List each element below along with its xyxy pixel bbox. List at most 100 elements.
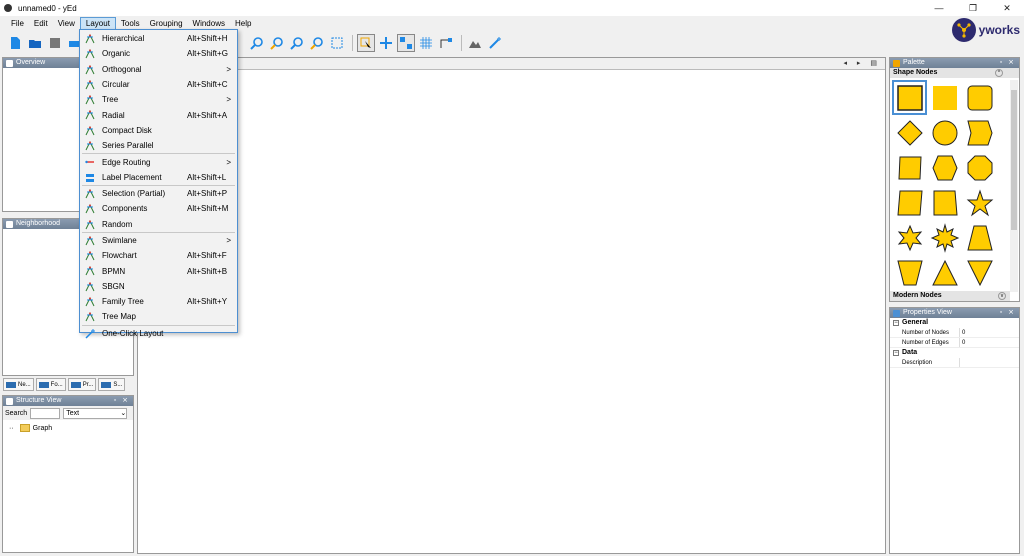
- menu-item-swimlane[interactable]: Swimlane >: [80, 233, 237, 248]
- snap-icon[interactable]: [397, 34, 415, 52]
- collapse-icon[interactable]: −: [893, 350, 899, 356]
- shape-triangle-down[interactable]: [962, 255, 997, 290]
- search-input[interactable]: [30, 407, 61, 419]
- menu-item-selection-partial[interactable]: Selection (Partial) Alt+Shift+P: [80, 186, 237, 201]
- search-filter-select[interactable]: Text ⌄: [63, 407, 128, 419]
- menu-item-label-placement[interactable]: Label Placement Alt+Shift+L: [80, 170, 237, 185]
- menu-item-tree-map[interactable]: Tree Map: [80, 309, 237, 324]
- tree-root[interactable]: ·· Graph: [9, 424, 133, 432]
- menu-item-organic[interactable]: Organic Alt+Shift+G: [80, 46, 237, 61]
- close-button[interactable]: ✕: [990, 0, 1024, 16]
- grid-icon[interactable]: [417, 34, 435, 52]
- zoom-selection-icon[interactable]: [308, 34, 326, 52]
- submenu-arrow-icon: >: [226, 157, 231, 167]
- orthogonal-edges-icon[interactable]: [437, 34, 455, 52]
- panel-controls[interactable]: ▫ ⨯: [1000, 308, 1016, 318]
- magic-wand-icon[interactable]: [486, 34, 504, 52]
- collapse-icon[interactable]: −: [893, 320, 899, 326]
- menu-item-family-tree[interactable]: Family Tree Alt+Shift+Y: [80, 294, 237, 309]
- shape-star8[interactable]: [927, 220, 962, 255]
- properties-panel: Properties View ▫ ⨯ − General Number of …: [889, 307, 1020, 554]
- property-group-data[interactable]: − Data: [890, 348, 1019, 358]
- shape-octagon[interactable]: [962, 150, 997, 185]
- label-placement-icon: [85, 173, 95, 183]
- shape-triangle[interactable]: [927, 255, 962, 290]
- tab-nav-controls[interactable]: ◂ ▸ ▤: [843, 59, 881, 67]
- shape-trapezoid-inverted[interactable]: [892, 255, 927, 290]
- zoom-out-icon[interactable]: [268, 34, 286, 52]
- menu-item-edge-routing[interactable]: Edge Routing >: [80, 154, 237, 169]
- tab-neighborhood[interactable]: Ne...: [3, 378, 34, 391]
- layout-icon[interactable]: [466, 34, 484, 52]
- panel-controls[interactable]: ▫ ⨯: [114, 396, 130, 406]
- section-collapse-icon[interactable]: ^: [995, 69, 1003, 77]
- group-label: General: [902, 319, 929, 326]
- shape-diamond[interactable]: [892, 115, 927, 150]
- menu-item-one-click-layout[interactable]: One-Click Layout: [80, 326, 237, 341]
- section-expand-icon[interactable]: v: [998, 292, 1006, 300]
- menu-layout[interactable]: Layout: [79, 16, 116, 30]
- minimize-button[interactable]: —: [922, 0, 956, 16]
- menu-item-bpmn[interactable]: BPMN Alt+Shift+B: [80, 263, 237, 278]
- shape-trapezoid[interactable]: [962, 220, 997, 255]
- menu-item-circular[interactable]: Circular Alt+Shift+C: [80, 77, 237, 92]
- menu-item-radial[interactable]: Radial Alt+Shift+A: [80, 107, 237, 122]
- fit-content-icon[interactable]: [328, 34, 346, 52]
- menu-item-hierarchical[interactable]: Hierarchical Alt+Shift+H: [80, 31, 237, 46]
- menu-item-series-parallel[interactable]: Series Parallel: [80, 138, 237, 153]
- save-icon[interactable]: [46, 34, 64, 52]
- tab-predecessors[interactable]: Pr...: [67, 378, 97, 391]
- shape-rectangle[interactable]: [892, 80, 927, 115]
- palette-section-shape-nodes[interactable]: Shape Nodes ^: [890, 68, 1019, 78]
- shape-parallelogram[interactable]: [892, 150, 927, 185]
- shape-slanted-rectangle[interactable]: [892, 185, 927, 220]
- property-group-general[interactable]: − General: [890, 318, 1019, 328]
- menu-edit[interactable]: Edit: [29, 17, 53, 30]
- menu-item-flowchart[interactable]: Flowchart Alt+Shift+F: [80, 248, 237, 263]
- menu-item-random[interactable]: Random: [80, 217, 237, 232]
- overview-title: Overview: [16, 59, 46, 66]
- property-value[interactable]: 0: [960, 338, 965, 347]
- menu-help[interactable]: Help: [230, 17, 256, 30]
- edit-mode-icon[interactable]: [357, 34, 375, 52]
- shape-star6[interactable]: [892, 220, 927, 255]
- menu-item-compact-disk[interactable]: Compact Disk: [80, 123, 237, 138]
- menu-item-tree[interactable]: Tree >: [80, 92, 237, 107]
- shape-square[interactable]: [927, 185, 962, 220]
- menu-item-label: Series Parallel: [102, 141, 154, 151]
- shape-rounded-rectangle[interactable]: [962, 80, 997, 115]
- menu-item-label: SBGN: [102, 281, 125, 291]
- open-folder-icon[interactable]: [26, 34, 44, 52]
- panel-controls[interactable]: ▫ ⨯: [1000, 58, 1016, 68]
- graph-canvas[interactable]: ◂ ▸ ▤: [137, 57, 886, 554]
- menu-view[interactable]: View: [53, 17, 80, 30]
- menu-item-sbgn[interactable]: SBGN: [80, 279, 237, 294]
- tab-folding[interactable]: Fo...: [35, 378, 66, 391]
- menu-grouping[interactable]: Grouping: [145, 17, 188, 30]
- menu-item-components[interactable]: Components Alt+Shift+M: [80, 201, 237, 216]
- menu-item-label: Radial: [102, 110, 125, 120]
- left-panel-tabs: Ne... Fo... Pr... S...: [3, 378, 126, 392]
- zoom-original-icon[interactable]: [288, 34, 306, 52]
- menu-tools[interactable]: Tools: [116, 17, 145, 30]
- menu-file[interactable]: File: [6, 17, 29, 30]
- shape-star5[interactable]: [962, 185, 997, 220]
- property-value[interactable]: 0: [960, 328, 965, 337]
- shape-rectangle-flat[interactable]: [927, 80, 962, 115]
- scrollbar-thumb[interactable]: [1011, 90, 1017, 230]
- palette-section-modern-nodes[interactable]: Modern Nodes v: [890, 291, 1010, 301]
- zoom-in-icon[interactable]: [248, 34, 266, 52]
- layout-icon: [85, 140, 95, 151]
- maximize-button[interactable]: ❐: [956, 0, 990, 16]
- new-document-icon[interactable]: [6, 34, 24, 52]
- tab-successors[interactable]: S...: [98, 378, 126, 391]
- menu-item-orthogonal[interactable]: Orthogonal >: [80, 62, 237, 77]
- shape-banner[interactable]: [962, 115, 997, 150]
- menu-windows[interactable]: Windows: [188, 17, 230, 30]
- property-value[interactable]: [960, 358, 962, 367]
- shape-hexagon[interactable]: [927, 150, 962, 185]
- shape-ellipse[interactable]: [927, 115, 962, 150]
- move-icon[interactable]: [377, 34, 395, 52]
- palette-scrollbar[interactable]: [1010, 80, 1018, 292]
- layout-icon: [85, 79, 95, 90]
